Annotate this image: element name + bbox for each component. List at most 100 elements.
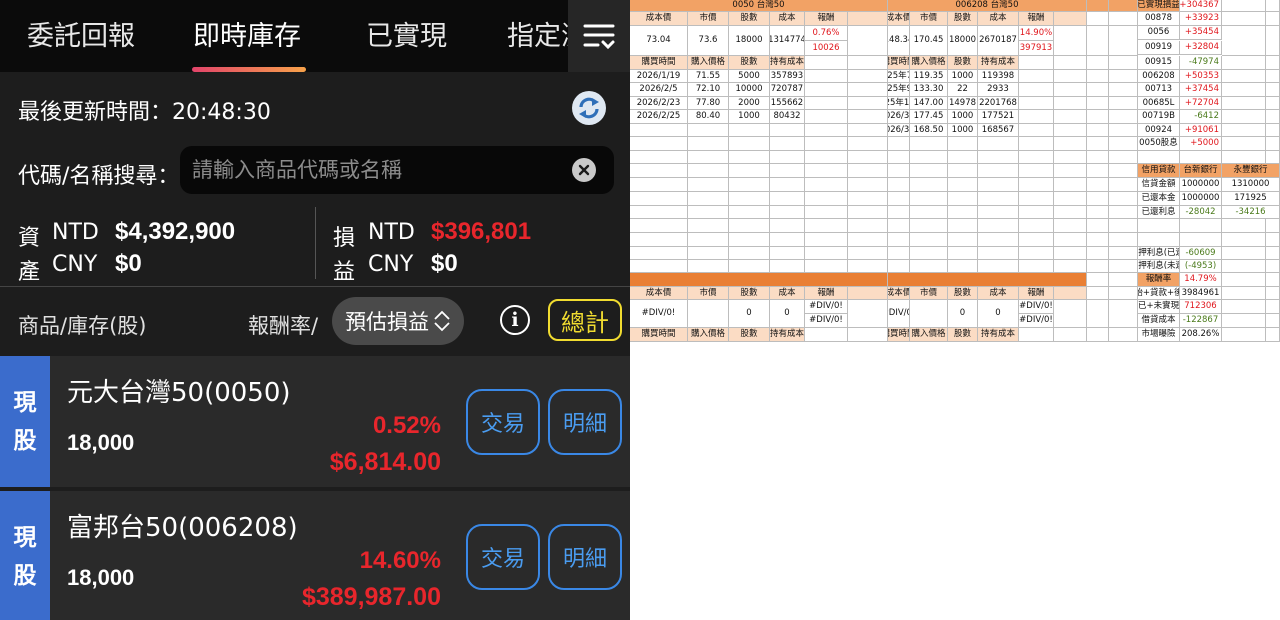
holding-card-0050[interactable]: 現股 元大台灣50(0050) 18,000 0.52% $6,814.00 交… bbox=[0, 356, 630, 487]
search-input[interactable] bbox=[192, 155, 562, 185]
clear-search-button[interactable] bbox=[572, 158, 596, 182]
sheet-cell bbox=[1054, 233, 1087, 247]
sheet-cell bbox=[1087, 328, 1109, 342]
sheet-cell bbox=[848, 260, 888, 273]
sheet-cell bbox=[910, 233, 948, 247]
sheet-cell bbox=[848, 164, 888, 178]
sheet-cell: 155662 bbox=[770, 97, 805, 110]
pl-cny-value: $0 bbox=[431, 250, 458, 277]
sheet-cell: 177.45 bbox=[910, 110, 948, 124]
sheet-cell-line: #DIV/0! bbox=[805, 300, 847, 314]
sheet-cell: 1314774 bbox=[770, 26, 805, 56]
sheet-cell bbox=[888, 260, 910, 273]
detail-button[interactable]: 明細 bbox=[548, 389, 622, 455]
sheet-cell bbox=[1109, 260, 1138, 273]
assets-cny-currency: CNY bbox=[52, 252, 98, 277]
stock-type-badge: 現股 bbox=[0, 356, 50, 487]
sheet-cell bbox=[1266, 97, 1280, 110]
sheet-cell: 永豐銀行 bbox=[1222, 164, 1280, 178]
sheet-cell bbox=[630, 137, 688, 151]
sheet-cell bbox=[1266, 219, 1280, 233]
holding-quantity: 18,000 bbox=[67, 565, 135, 590]
sheet-cell bbox=[1054, 260, 1087, 273]
sort-pl-button[interactable]: 預估損益 bbox=[332, 297, 464, 345]
sheet-cell: 已還本金 bbox=[1138, 192, 1180, 206]
sheet-cell bbox=[1138, 233, 1180, 247]
sheet-cell bbox=[1222, 83, 1266, 97]
sheet-cell: 119398 bbox=[978, 70, 1019, 83]
trade-button[interactable]: 交易 bbox=[466, 389, 540, 455]
sheet-cell: 2000 bbox=[729, 97, 770, 110]
sheet-cell bbox=[630, 233, 688, 247]
sheet-cell bbox=[688, 233, 729, 247]
sheet-cell: 質押利息(已還) bbox=[1138, 247, 1180, 260]
sheet-cell: +37454 bbox=[1180, 83, 1222, 97]
sheet-cell bbox=[1266, 0, 1280, 12]
tab-realized[interactable]: 已實現 bbox=[366, 14, 447, 53]
sheet-cell bbox=[630, 151, 688, 164]
sheet-cell: 購入價格 bbox=[910, 56, 948, 70]
sheet-cell bbox=[1019, 124, 1054, 137]
sheet-cell bbox=[910, 151, 948, 164]
sheet-cell: 股數 bbox=[948, 287, 978, 300]
detail-button[interactable]: 明細 bbox=[548, 524, 622, 590]
sheet-cell bbox=[848, 287, 888, 300]
sheet-cell: 0 bbox=[770, 300, 805, 328]
sheet-cell: +50353 bbox=[1180, 70, 1222, 83]
sheet-cell bbox=[1054, 124, 1087, 137]
tab-inventory[interactable]: 即時庫存 bbox=[193, 14, 301, 53]
sheet-cell: 00878 bbox=[1138, 12, 1180, 26]
sheet-cell bbox=[1109, 273, 1138, 287]
sheet-cell: #DIV/0! bbox=[888, 300, 910, 328]
sheet-cell: 本金(初始+貸款+後續投入) bbox=[1138, 287, 1180, 300]
sheet-cell bbox=[1109, 26, 1138, 56]
sheet-cell bbox=[1019, 192, 1054, 206]
sheet-cell bbox=[1019, 164, 1054, 178]
sheet-cell bbox=[888, 137, 910, 151]
sheet-cell: 市價 bbox=[688, 287, 729, 300]
sheet-cell bbox=[729, 260, 770, 273]
sheet-cell: 購買時間 bbox=[888, 328, 910, 342]
sheet-cell bbox=[848, 192, 888, 206]
menu-button[interactable] bbox=[568, 0, 630, 72]
sheet-cell: 市價 bbox=[910, 287, 948, 300]
info-button[interactable]: i bbox=[500, 305, 530, 335]
sheet-cell bbox=[978, 137, 1019, 151]
sheet-cell bbox=[1087, 0, 1109, 12]
sheet-cell: 2026/2/25 bbox=[630, 110, 688, 124]
sheet-cell bbox=[1266, 151, 1280, 164]
sheet-cell: 持有成本 bbox=[978, 56, 1019, 70]
sheet-cell-line: 0.76% bbox=[805, 26, 847, 41]
sheet-cell: 購入價格 bbox=[688, 328, 729, 342]
sheet-cell: 1000000 bbox=[1180, 178, 1222, 192]
sheet-cell bbox=[1087, 287, 1109, 300]
sheet-cell bbox=[770, 124, 805, 137]
sheet-cell bbox=[910, 300, 948, 328]
sort-icon bbox=[434, 310, 450, 332]
sheet-cell bbox=[978, 219, 1019, 233]
sheet-cell: 2933 bbox=[978, 83, 1019, 97]
sheet-cell bbox=[1087, 97, 1109, 110]
sheet-cell bbox=[770, 247, 805, 260]
sheet-cell bbox=[1087, 178, 1109, 192]
sheet-cell bbox=[888, 247, 910, 260]
refresh-button[interactable] bbox=[572, 91, 606, 125]
sheet-cell: 購買時間 bbox=[630, 56, 688, 70]
sheet-cell bbox=[1054, 247, 1087, 260]
sheet-cell bbox=[1019, 70, 1054, 83]
pl-label-top: 損 bbox=[333, 226, 356, 251]
sheet-cell: -60609 bbox=[1180, 247, 1222, 260]
sheet-cell bbox=[1019, 97, 1054, 110]
trade-button[interactable]: 交易 bbox=[466, 524, 540, 590]
sheet-cell: 2026/3/9 bbox=[888, 124, 910, 137]
holding-card-006208[interactable]: 現股 富邦台50(006208) 18,000 14.60% $389,987.… bbox=[0, 491, 630, 620]
sheet-cell bbox=[805, 219, 848, 233]
sheet-cell bbox=[910, 192, 948, 206]
tab-orders[interactable]: 委託回報 bbox=[27, 14, 135, 53]
sheet-cell: 市價 bbox=[688, 12, 729, 26]
assets-ntd-value: $4,392,900 bbox=[115, 218, 236, 245]
sheet-cell bbox=[1019, 178, 1054, 192]
total-button[interactable]: 總計 bbox=[548, 299, 622, 341]
sheet-cell bbox=[1087, 70, 1109, 83]
sheet-cell: 報酬 bbox=[1019, 287, 1054, 300]
